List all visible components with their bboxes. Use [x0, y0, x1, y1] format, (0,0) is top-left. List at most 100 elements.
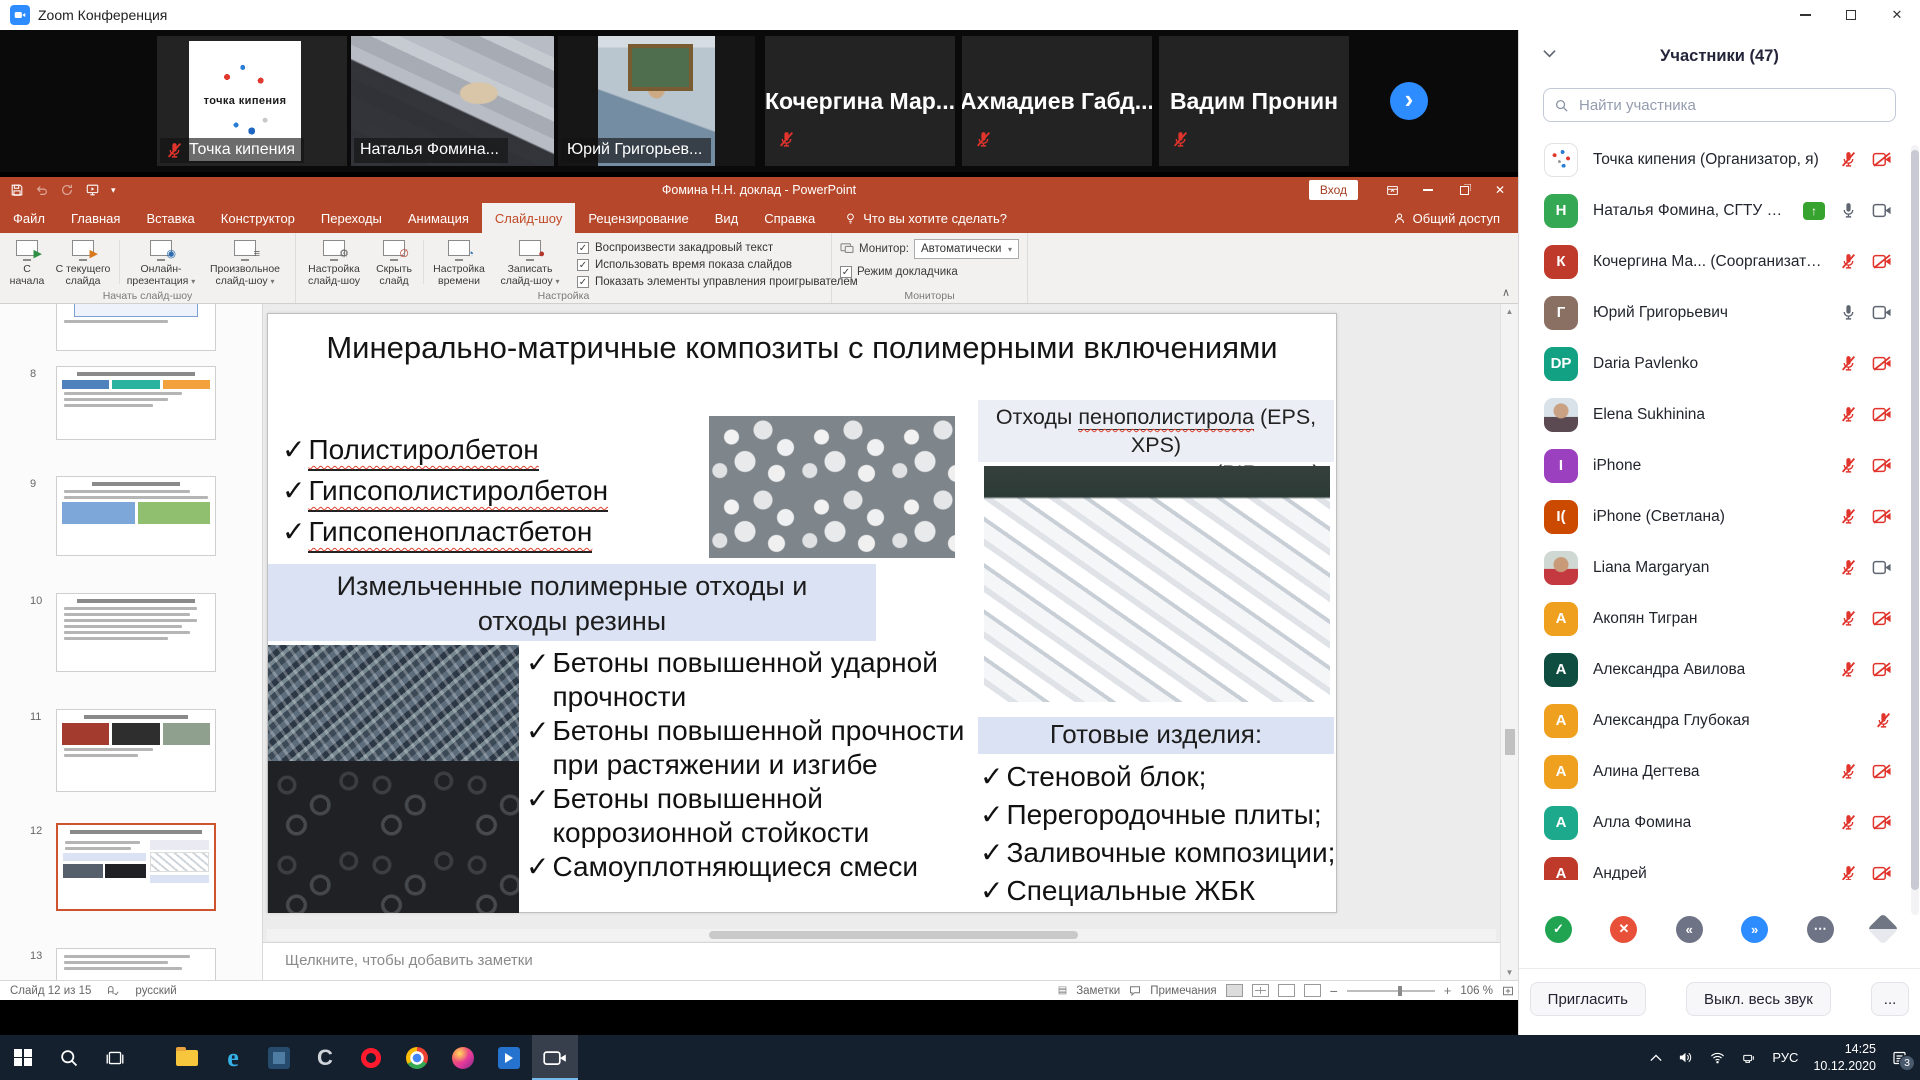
slide-thumbnail-10[interactable] [56, 593, 216, 672]
checkbox-Показать элементы управления проигрывателем[interactable]: ✓Показать элементы управления проигрыват… [577, 276, 819, 288]
action-center-icon[interactable]: 3 [1891, 1050, 1908, 1066]
edge-icon[interactable]: e [210, 1035, 256, 1080]
sign-in-button[interactable]: Вход [1309, 180, 1358, 200]
slower-button[interactable]: « [1676, 916, 1703, 943]
restore-button[interactable] [1446, 177, 1482, 203]
checkbox-Воспроизвести закадровый текст[interactable]: ✓Воспроизвести закадровый текст [577, 242, 819, 254]
slide-thumbnail-11[interactable] [56, 709, 216, 792]
clock[interactable]: 14:25 10.12.2020 [1813, 1041, 1876, 1075]
browser-ball-icon[interactable] [440, 1035, 486, 1080]
ribbon-button-Записать слайд-шоу[interactable]: ●Записать слайд-шоу ▾ [491, 236, 569, 288]
checkbox-Использовать время показа слайдов[interactable]: ✓Использовать время показа слайдов [577, 259, 819, 271]
tab-Слайд-шоу[interactable]: Слайд-шоу [482, 203, 575, 233]
horizontal-scrollbar[interactable] [267, 929, 1496, 941]
yes-button[interactable]: ✓ [1545, 916, 1572, 943]
slide-thumbnail-9[interactable] [56, 476, 216, 556]
language-indicator[interactable]: русский [135, 985, 176, 997]
video-tile[interactable]: Вадим Пронин [1159, 36, 1349, 166]
tab-Вид[interactable]: Вид [702, 203, 752, 233]
save-icon[interactable] [10, 183, 24, 197]
ribbon-button-С начала[interactable]: ▶С начала [4, 236, 50, 288]
ribbon-button-Скрыть слайд[interactable]: ∅Скрыть слайд [368, 236, 420, 288]
monitor-select[interactable]: Автоматически▾ [914, 239, 1019, 259]
participant-row[interactable]: ККочергина Ма... (Соорганизатор) [1519, 236, 1914, 287]
fit-to-window-icon[interactable] [1502, 985, 1514, 997]
tab-Переходы[interactable]: Переходы [308, 203, 395, 233]
video-tile[interactable]: Юрий Григорьев... [558, 36, 755, 166]
no-button[interactable]: ✕ [1610, 916, 1637, 943]
opera-icon[interactable] [348, 1035, 394, 1080]
participant-row[interactable]: ААлександра Авилова [1519, 644, 1914, 695]
tell-me-search[interactable]: Что вы хотите сделать? [828, 203, 1023, 233]
more-button[interactable]: ... [1871, 982, 1910, 1016]
mute-all-button[interactable]: Выкл. весь звук [1686, 982, 1831, 1016]
zoom-level[interactable]: 106 % [1460, 985, 1493, 997]
slide-thumbnail[interactable] [56, 304, 216, 351]
more-reactions-button[interactable]: ⋯ [1807, 916, 1834, 943]
slide-sorter-view-button[interactable] [1252, 984, 1269, 997]
share-button[interactable]: Общий доступ [1393, 203, 1518, 233]
network-icon[interactable] [1741, 1051, 1757, 1065]
minimize-button[interactable] [1782, 0, 1828, 30]
language-indicator[interactable]: РУС [1772, 1050, 1798, 1065]
start-slideshow-icon[interactable] [85, 183, 100, 197]
ribbon-button-Настройка слайд-шоу[interactable]: ⚙Настройка слайд-шоу [300, 236, 368, 288]
maximize-button[interactable] [1828, 0, 1874, 30]
tab-Рецензирование[interactable]: Рецензирование [575, 203, 701, 233]
spellcheck-icon[interactable] [107, 985, 119, 997]
participant-row[interactable]: IiPhone [1519, 440, 1914, 491]
slide-thumbnail-12[interactable] [56, 823, 216, 911]
video-tile[interactable]: Наталья Фомина... [351, 36, 554, 166]
file-explorer-icon[interactable] [164, 1035, 210, 1080]
participant-row[interactable]: ННаталья Фомина, СГТУ имен...↑ [1519, 185, 1914, 236]
next-videos-button[interactable]: › [1390, 82, 1428, 120]
notes-button[interactable]: Заметки [1076, 985, 1120, 997]
tab-Вставка[interactable]: Вставка [133, 203, 207, 233]
hidden-icons-chevron-icon[interactable] [1650, 1054, 1662, 1062]
participant-row[interactable]: AАкопян Тигран [1519, 593, 1914, 644]
ribbon-button-Онлайн-презентация[interactable]: ◉Онлайн-презентация ▾ [123, 236, 199, 288]
slide-thumbnail-13[interactable] [56, 948, 216, 980]
clear-button[interactable] [1867, 913, 1898, 944]
faster-button[interactable]: » [1741, 916, 1768, 943]
tab-Конструктор[interactable]: Конструктор [208, 203, 308, 233]
vertical-scrollbar[interactable]: ▲ ▼ [1500, 304, 1518, 980]
tab-Анимация[interactable]: Анимация [395, 203, 482, 233]
comments-button[interactable]: Примечания [1150, 985, 1216, 997]
search-button[interactable] [46, 1035, 92, 1080]
close-button[interactable]: ✕ [1874, 0, 1920, 30]
reading-view-button[interactable] [1278, 984, 1295, 997]
participant-row[interactable]: Точка кипения (Организатор, я) [1519, 134, 1914, 185]
slide-canvas[interactable]: Минерально-матричные композиты с полимер… [267, 313, 1337, 913]
participant-row[interactable]: DPDaria Pavlenko [1519, 338, 1914, 389]
video-tile[interactable]: Ахмадиев Габд... [962, 36, 1152, 166]
participant-row[interactable]: ААлина Дегтева [1519, 746, 1914, 797]
tab-Справка[interactable]: Справка [751, 203, 828, 233]
close-button[interactable]: ✕ [1482, 177, 1518, 203]
zoom-in-button[interactable]: + [1444, 983, 1452, 998]
ribbon-button-Произвольное слайд-шоу[interactable]: ≡Произвольное слайд-шоу ▾ [199, 236, 291, 288]
participant-row[interactable]: ААлександра Глубокая [1519, 695, 1914, 746]
scrollbar-thumb[interactable] [1911, 150, 1919, 890]
movies-app-icon[interactable] [486, 1035, 532, 1080]
redo-icon[interactable] [60, 183, 74, 197]
tab-Главная[interactable]: Главная [58, 203, 133, 233]
invite-button[interactable]: Пригласить [1530, 982, 1646, 1016]
app-icon-c[interactable]: C [302, 1035, 348, 1080]
chevron-down-icon[interactable] [1543, 49, 1556, 58]
participant-row[interactable]: Elena Sukhinina [1519, 389, 1914, 440]
participant-row[interactable]: ГЮрий Григорьевич [1519, 287, 1914, 338]
ribbon-button-С текущего слайда[interactable]: ▶С текущего слайда [50, 236, 116, 288]
scroll-down-icon[interactable]: ▼ [1506, 968, 1514, 977]
presenter-mode-checkbox[interactable]: ✓ Режим докладчика [840, 266, 1019, 278]
ribbon-button-Настройка времени[interactable]: ◔Настройка времени [427, 236, 491, 288]
start-button[interactable] [0, 1035, 46, 1080]
participant-row[interactable]: I(iPhone (Светлана) [1519, 491, 1914, 542]
participant-row[interactable]: ААндрей [1519, 848, 1914, 880]
app-icon-dark[interactable] [256, 1035, 302, 1080]
participant-row[interactable]: Liana Margaryan [1519, 542, 1914, 593]
task-view-button[interactable] [92, 1035, 138, 1080]
video-tile[interactable]: точка кипенияТочка кипения [157, 36, 347, 166]
scrollbar-thumb[interactable] [1505, 729, 1515, 755]
participant-row[interactable]: ААлла Фомина [1519, 797, 1914, 848]
